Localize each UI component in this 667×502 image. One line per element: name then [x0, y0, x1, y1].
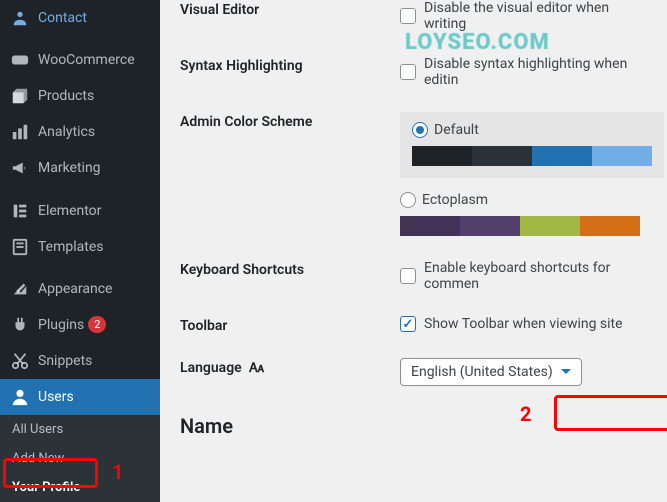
syntax-checkbox[interactable]: Disable syntax highlighting when editin: [400, 56, 647, 88]
visual-editor-label: Visual Editor: [180, 0, 400, 18]
sidebar-item-label: Users: [38, 389, 74, 405]
products-icon: [10, 86, 30, 106]
sidebar-item-label: Marketing: [38, 160, 101, 176]
sidebar-item-label: Analytics: [38, 124, 95, 140]
elementor-icon: [10, 201, 30, 221]
plugins-badge: 2: [88, 316, 106, 333]
color-scheme-default[interactable]: Default: [400, 112, 664, 178]
checkbox-label: Disable syntax highlighting when editin: [424, 56, 647, 88]
submenu-your-profile[interactable]: Your Profile: [0, 473, 160, 502]
appearance-icon: [10, 279, 30, 299]
admin-sidebar: Contact WooCommerce Products Analytics M…: [0, 0, 160, 502]
sidebar-item-woocommerce[interactable]: WooCommerce: [0, 42, 160, 78]
radio-icon: [400, 192, 416, 208]
sidebar-item-label: Contact: [38, 10, 87, 26]
checkbox-label: Show Toolbar when viewing site: [424, 316, 623, 332]
color-swatches: [412, 146, 652, 166]
sidebar-item-marketing[interactable]: Marketing: [0, 150, 160, 186]
visual-editor-checkbox[interactable]: Disable the visual editor when writing: [400, 0, 647, 32]
checkbox-label: Disable the visual editor when writing: [424, 0, 647, 32]
submenu-add-new[interactable]: Add New: [0, 444, 160, 473]
sidebar-item-users[interactable]: Users: [0, 379, 160, 415]
toolbar-label: Toolbar: [180, 316, 400, 334]
checkbox-label: Enable keyboard shortcuts for commen: [424, 260, 647, 292]
color-swatches: [400, 216, 640, 236]
checkbox-icon: [400, 268, 416, 284]
sidebar-item-label: Plugins: [38, 317, 84, 333]
name-heading: Name: [180, 414, 647, 438]
checkbox-icon: [400, 64, 416, 80]
sidebar-item-appearance[interactable]: Appearance: [0, 271, 160, 307]
color-scheme-label: Admin Color Scheme: [180, 112, 400, 130]
swatch: [400, 216, 460, 236]
translate-icon: 🗛: [249, 361, 264, 376]
radio-icon: [412, 122, 428, 138]
sidebar-item-templates[interactable]: Templates: [0, 229, 160, 265]
profile-form: LOYSEO.COM Visual Editor Disable the vis…: [160, 0, 667, 502]
swatch: [472, 146, 532, 166]
swatch: [592, 146, 652, 166]
marketing-icon: [10, 158, 30, 178]
swatch: [532, 146, 592, 166]
sidebar-item-label: Appearance: [38, 281, 112, 297]
sidebar-item-analytics[interactable]: Analytics: [0, 114, 160, 150]
plugins-icon: [10, 315, 30, 335]
analytics-icon: [10, 122, 30, 142]
sidebar-item-label: Snippets: [38, 353, 92, 369]
sidebar-item-label: Elementor: [38, 203, 101, 219]
scheme-name: Default: [434, 122, 479, 138]
toolbar-checkbox[interactable]: Show Toolbar when viewing site: [400, 316, 647, 332]
shortcuts-label: Keyboard Shortcuts: [180, 260, 400, 278]
swatch: [520, 216, 580, 236]
swatch: [580, 216, 640, 236]
sidebar-item-contact[interactable]: Contact: [0, 0, 160, 36]
checkbox-icon: [400, 8, 416, 24]
swatch: [412, 146, 472, 166]
sidebar-item-label: WooCommerce: [38, 52, 135, 68]
language-select[interactable]: English (United States): [400, 358, 582, 386]
sidebar-item-elementor[interactable]: Elementor: [0, 193, 160, 229]
woo-icon: [10, 50, 30, 70]
shortcuts-checkbox[interactable]: Enable keyboard shortcuts for commen: [400, 260, 647, 292]
color-scheme-ectoplasm[interactable]: Ectoplasm: [400, 192, 640, 236]
snippets-icon: [10, 351, 30, 371]
sidebar-item-label: Products: [38, 88, 94, 104]
syntax-label: Syntax Highlighting: [180, 56, 400, 74]
language-label: Language 🗛: [180, 358, 400, 376]
submenu-all-users[interactable]: All Users: [0, 415, 160, 444]
users-icon: [10, 387, 30, 407]
sidebar-item-label: Templates: [38, 239, 104, 255]
sidebar-item-plugins[interactable]: Plugins 2: [0, 307, 160, 343]
checkbox-icon: [400, 316, 416, 332]
scheme-name: Ectoplasm: [422, 192, 488, 208]
swatch: [460, 216, 520, 236]
language-value: English (United States): [411, 364, 553, 380]
sidebar-item-snippets[interactable]: Snippets: [0, 343, 160, 379]
sidebar-item-products[interactable]: Products: [0, 78, 160, 114]
users-submenu: All Users Add New Your Profile: [0, 415, 160, 502]
watermark: LOYSEO.COM: [405, 30, 550, 55]
templates-icon: [10, 237, 30, 257]
contact-icon: [10, 8, 30, 28]
